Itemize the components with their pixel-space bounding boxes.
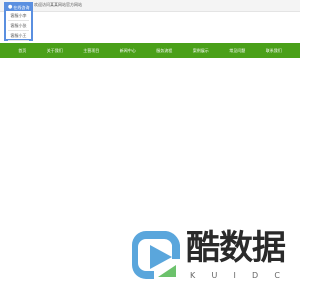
service-item[interactable]: 客服小王 xyxy=(8,32,29,41)
logo-sub-letter: D xyxy=(252,271,259,280)
logo-subtitle: K U I D C xyxy=(190,271,280,281)
nav-item-contact[interactable]: 联系我们 xyxy=(264,43,284,58)
top-bar: 欢迎访问某某网站官方网站 xyxy=(0,0,300,12)
watermark-logo: 酷数据 K U I D C xyxy=(132,229,286,285)
nav-item-faq[interactable]: 常见问题 xyxy=(227,43,247,58)
logo-sub-letter: K xyxy=(190,271,196,280)
nav-item-news[interactable]: 新闻中心 xyxy=(118,43,138,58)
logo-title: 酷数据 xyxy=(186,228,286,268)
nav-item-about[interactable]: 关于我们 xyxy=(45,43,65,58)
service-widget-title: 在线咨询 xyxy=(13,5,30,10)
top-bar-note: 欢迎访问某某网站官方网站 xyxy=(34,2,82,7)
logo-sub-letter: C xyxy=(274,271,280,280)
nav-item-home[interactable]: 首页 xyxy=(16,43,28,58)
play-logo-icon xyxy=(132,231,180,279)
service-widget-header[interactable]: ● 在线咨询 xyxy=(6,4,31,11)
nav-item-cases[interactable]: 案例展示 xyxy=(191,43,211,58)
logo-sub-letter: I xyxy=(233,271,236,280)
service-item[interactable]: 客服小李 xyxy=(8,12,29,21)
nav-item-process[interactable]: 服务流程 xyxy=(154,43,174,58)
online-service-widget: ● 在线咨询 客服小李 客服小张 客服小王 xyxy=(4,2,33,41)
nav-item-projects[interactable]: 主营项目 xyxy=(81,43,101,58)
service-item[interactable]: 客服小张 xyxy=(8,22,29,31)
main-nav: 首页 关于我们 主营项目 新闻中心 服务流程 案例展示 常见问题 联系我们 xyxy=(0,43,300,58)
logo-sub-letter: U xyxy=(211,271,218,280)
chat-icon: ● xyxy=(8,4,13,10)
